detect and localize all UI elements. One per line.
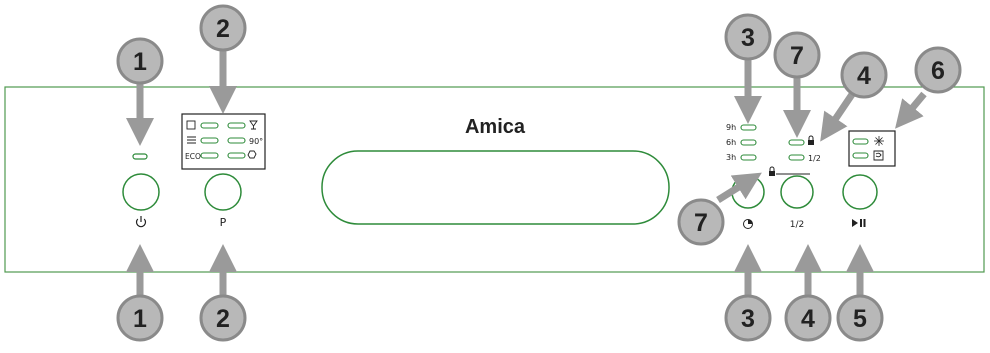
callout-3-top: 3 [724,13,772,61]
callout-1-bottom: 1 [116,294,164,342]
half-load-button-label: 1/2 [790,220,804,230]
svg-text:5: 5 [853,305,867,333]
temp-90-label: 90° [249,137,263,146]
svg-text:2: 2 [216,15,230,43]
svg-text:7: 7 [694,209,708,237]
callout-6-top: 6 [914,46,962,94]
callout-7-top: 7 [773,31,821,79]
power-led [132,153,148,160]
callout-4-top: 4 [840,51,888,99]
svg-text:3: 3 [741,24,755,52]
program-button[interactable] [204,173,242,211]
display-window [321,150,670,225]
svg-text:6: 6 [931,57,945,85]
half-load-led-label: 1/2 [808,154,821,163]
callout-4-bottom: 4 [784,294,832,342]
svg-text:1: 1 [133,305,147,333]
svg-text:3: 3 [741,305,755,333]
salt-rinse-indicator-box [848,130,896,167]
control-panel-diagram: Amica 90° ECO P 9h 6h 3h 1/2 1/2 1 2 3 7… [4,4,985,342]
callout-2-top: 2 [199,4,247,52]
callout-5-bottom: 5 [836,294,884,342]
callout-1-top: 1 [116,37,164,85]
child-lock-led [788,139,805,146]
program-indicator-panel: 90° ECO [181,113,266,170]
delay-3h-label: 3h [726,153,736,162]
eco-label: ECO [185,152,201,161]
program-button-label: P [220,216,227,229]
svg-text:4: 4 [857,62,871,90]
half-load-button[interactable] [780,175,814,209]
svg-text:4: 4 [801,305,815,333]
power-button[interactable] [122,173,160,211]
rinse-aid-icon [874,136,884,146]
callout-2-bottom: 2 [199,294,247,342]
delay-6h-label: 6h [726,138,736,147]
callout-7-mid: 7 [677,198,725,246]
svg-text:1: 1 [133,48,147,76]
brand-logo: Amica [465,116,526,138]
half-load-led [788,154,805,161]
svg-text:7: 7 [790,42,804,70]
delay-9h-label: 9h [726,123,736,132]
delay-indicators: 9h 6h 3h [726,123,757,162]
start-pause-button[interactable] [842,174,878,210]
callout-3-bottom: 3 [724,294,772,342]
svg-text:2: 2 [216,305,230,333]
